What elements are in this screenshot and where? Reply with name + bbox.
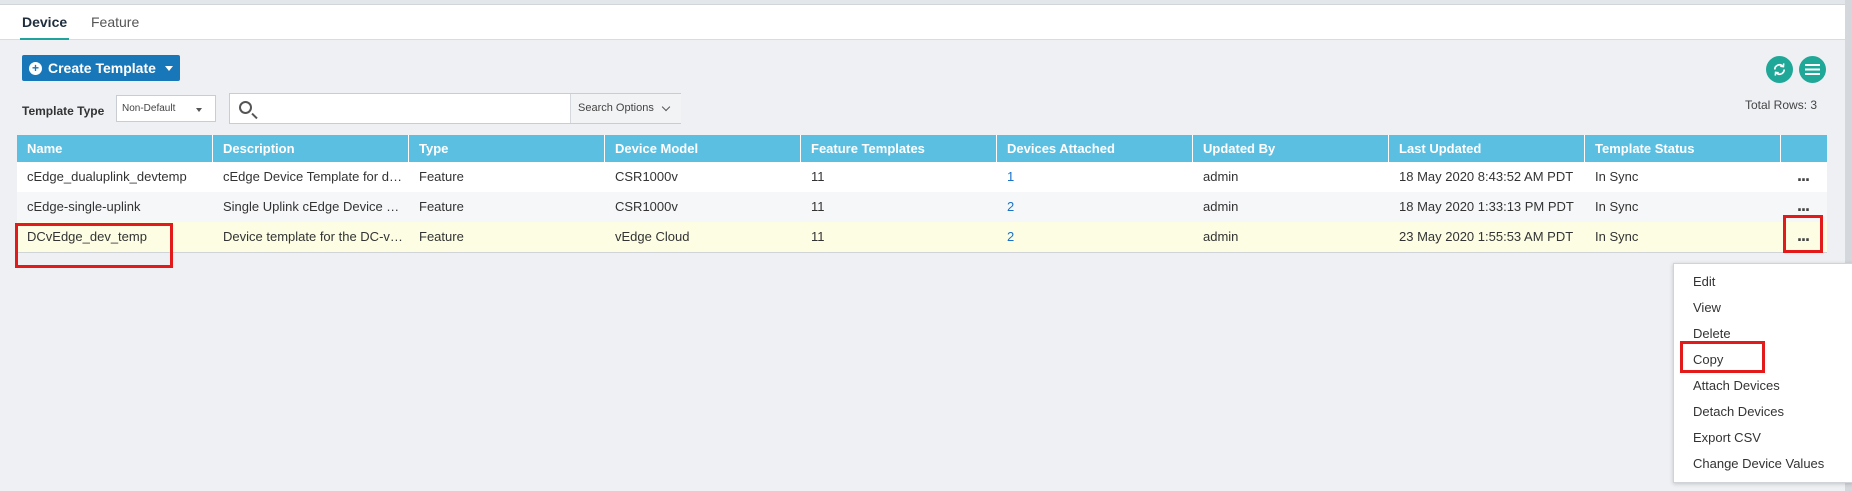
cell-template-status: In Sync	[1595, 229, 1639, 244]
menu-item-detach-devices[interactable]: Detach Devices	[1693, 404, 1784, 419]
total-rows-count: Total Rows: 3	[1745, 98, 1818, 112]
caret-down-icon	[164, 65, 173, 71]
create-template-label: Create Template	[48, 60, 156, 76]
table-divider	[17, 252, 1827, 253]
plus-circle-icon: +	[29, 61, 42, 75]
cell-device-model: vEdge Cloud	[615, 229, 690, 244]
chevron-down-icon	[196, 108, 202, 112]
tab-feature[interactable]: Feature	[91, 12, 139, 40]
cell-template-status: In Sync	[1595, 199, 1639, 214]
cell-description: Single Uplink cEdge Device Te...	[223, 199, 403, 214]
search-bar: Search Options	[229, 93, 681, 124]
cell-device-model: CSR1000v	[615, 169, 678, 184]
menu-item-edit[interactable]: Edit	[1693, 274, 1715, 289]
column-header-feature-templates[interactable]: Feature Templates	[801, 135, 997, 163]
refresh-button[interactable]	[1766, 56, 1793, 83]
row-actions-more-icon[interactable]: ...	[1788, 162, 1818, 192]
column-header-last-updated[interactable]: Last Updated	[1389, 135, 1585, 163]
cell-template-status: In Sync	[1595, 169, 1639, 184]
search-icon	[239, 101, 252, 114]
menu-item-view[interactable]: View	[1693, 300, 1721, 315]
column-header-actions	[1781, 135, 1827, 163]
table-row[interactable]: DCvEdge_dev_temp Device template for the…	[17, 222, 1827, 252]
template-type-label: Template Type	[22, 104, 105, 118]
search-input[interactable]	[264, 98, 594, 120]
column-header-device-model[interactable]: Device Model	[605, 135, 801, 163]
column-header-name[interactable]: Name	[17, 135, 213, 163]
column-header-updated-by[interactable]: Updated By	[1193, 135, 1389, 163]
search-options-label: Search Options	[578, 102, 654, 114]
table-header: Name Description Type Device Model Featu…	[17, 135, 1827, 163]
template-type-value: Non-Default	[122, 103, 176, 114]
cell-name: cEdge_dualuplink_devtemp	[27, 169, 187, 184]
cell-last-updated: 23 May 2020 1:55:53 AM PDT	[1399, 229, 1574, 244]
cell-description: cEdge Device Template for de...	[223, 169, 403, 184]
column-header-type[interactable]: Type	[409, 135, 605, 163]
menu-item-attach-devices[interactable]: Attach Devices	[1693, 378, 1780, 393]
hamburger-menu-icon	[1805, 64, 1820, 75]
cell-description: Device template for the DC-vE...	[223, 229, 403, 244]
cell-last-updated: 18 May 2020 8:43:52 AM PDT	[1399, 169, 1574, 184]
menu-item-delete[interactable]: Delete	[1693, 326, 1731, 341]
menu-item-export-csv[interactable]: Export CSV	[1693, 430, 1761, 445]
chevron-down-icon	[661, 102, 671, 112]
tab-bar: Device Feature	[0, 5, 1845, 40]
template-type-select[interactable]: Non-Default	[116, 95, 216, 122]
highlight-box-actions	[1783, 215, 1823, 253]
cell-type: Feature	[419, 199, 464, 214]
cell-type: Feature	[419, 169, 464, 184]
cell-type: Feature	[419, 229, 464, 244]
cell-name: cEdge-single-uplink	[27, 199, 141, 214]
table-menu-button[interactable]	[1799, 56, 1826, 83]
cell-devices-attached-link[interactable]: 2	[997, 192, 1193, 222]
cell-updated-by: admin	[1203, 199, 1239, 214]
search-options-dropdown[interactable]: Search Options	[570, 94, 681, 123]
create-template-button[interactable]: + Create Template	[22, 55, 180, 81]
column-header-description[interactable]: Description	[213, 135, 409, 163]
refresh-icon	[1773, 63, 1786, 76]
cell-updated-by: admin	[1203, 169, 1239, 184]
highlight-box-copy	[1680, 341, 1765, 373]
cell-last-updated: 18 May 2020 1:33:13 PM PDT	[1399, 199, 1574, 214]
row-actions-menu: Edit View Delete Copy Attach Devices Det…	[1673, 263, 1852, 483]
column-header-template-status[interactable]: Template Status	[1585, 135, 1781, 163]
column-header-devices-attached[interactable]: Devices Attached	[997, 135, 1193, 163]
cell-feature-templates: 11	[811, 229, 825, 244]
table-row[interactable]: cEdge_dualuplink_devtemp cEdge Device Te…	[17, 162, 1827, 192]
cell-feature-templates: 11	[811, 199, 825, 214]
cell-updated-by: admin	[1203, 229, 1239, 244]
tab-device[interactable]: Device	[20, 12, 70, 40]
table-row[interactable]: cEdge-single-uplink Single Uplink cEdge …	[17, 192, 1827, 222]
highlight-box-template-name	[15, 223, 173, 268]
menu-item-change-device-values[interactable]: Change Device Values	[1693, 456, 1824, 471]
cell-feature-templates: 11	[811, 169, 825, 184]
cell-devices-attached-link[interactable]: 2	[997, 222, 1193, 252]
cell-devices-attached-link[interactable]: 1	[997, 162, 1193, 192]
cell-device-model: CSR1000v	[615, 199, 678, 214]
